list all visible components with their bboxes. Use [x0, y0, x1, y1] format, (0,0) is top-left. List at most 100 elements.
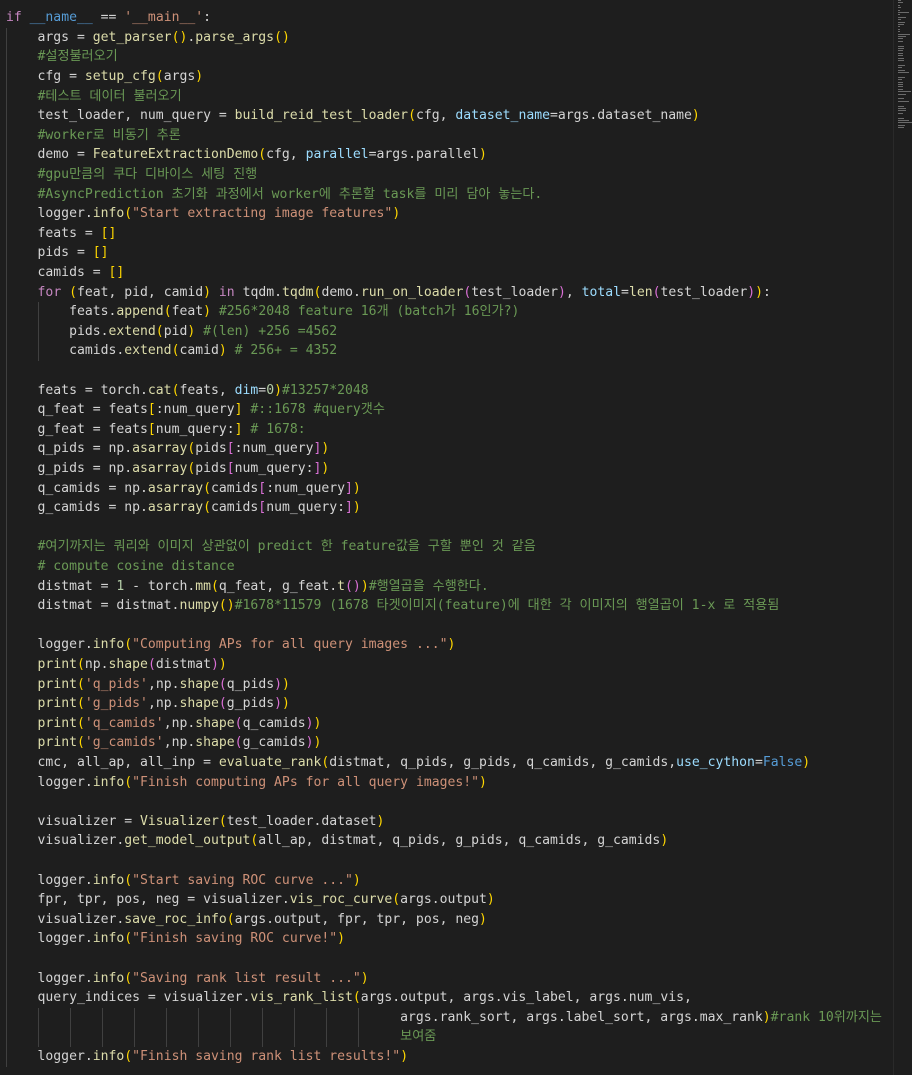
code-line[interactable]: q_camids = np.asarray(camids[:num_query]…	[6, 479, 361, 499]
code-line[interactable]: #테스트 데이터 불러오기	[6, 87, 182, 107]
code-token: - torch.	[124, 578, 196, 594]
code-token: #설정불러오기	[6, 49, 118, 65]
code-line[interactable]: logger.info("Computing APs for all query…	[6, 635, 456, 655]
minimap-line	[898, 60, 904, 61]
code-line[interactable]: camids = []	[6, 263, 125, 283]
indent-guide	[358, 1007, 359, 1047]
minimap-line	[898, 120, 909, 121]
code-editor[interactable]: if __name__ == '__main__': args = get_pa…	[0, 0, 893, 1075]
code-line[interactable]: #AsyncPrediction 초기화 과정에서 worker에 추론할 ta…	[6, 185, 543, 205]
code-token: )	[305, 735, 314, 751]
code-token: "Start extracting image features"	[132, 206, 393, 222]
code-line[interactable]: fpr, tpr, pos, neg = visualizer.vis_roc_…	[6, 890, 495, 910]
code-line[interactable]: feats = torch.cat(feats, dim=0)#13257*20…	[6, 381, 369, 401]
code-line[interactable]: print(np.shape(distmat))	[6, 655, 227, 675]
indent-guide	[38, 302, 39, 361]
code-line[interactable]: g_pids = np.asarray(pids[num_query:])	[6, 459, 330, 479]
code-token: test_loader	[660, 284, 748, 300]
code-line[interactable]: feats.append(feat) #256*2048 feature 16개…	[6, 302, 519, 322]
code-line[interactable]: distmat = 1 - torch.mm(q_feat, g_feat.t(…	[6, 577, 489, 597]
code-token: (	[124, 872, 133, 888]
code-line[interactable]: args = get_parser().parse_args()	[6, 28, 290, 48]
code-token: run_on_loader	[360, 284, 464, 300]
code-line[interactable]: print('q_pids',np.shape(q_pids))	[6, 675, 290, 695]
code-token: 'g_pids'	[84, 696, 148, 712]
code-token: np.	[84, 657, 109, 672]
code-line[interactable]: query_indices = visualizer.vis_rank_list…	[6, 988, 692, 1008]
code-line[interactable]: #gpu만큼의 쿠다 디바이스 세팅 진행	[6, 165, 258, 185]
code-line[interactable]: args.rank_sort, args.label_sort, args.ma…	[6, 1008, 882, 1028]
code-line[interactable]: # compute cosine distance	[6, 557, 235, 577]
code-token: extend	[124, 343, 172, 359]
code-token: )	[321, 461, 330, 476]
code-token: )	[282, 696, 290, 712]
code-line[interactable]: visualizer.get_model_output(all_ap, dist…	[6, 831, 669, 851]
minimap-line	[898, 28, 900, 30]
code-line[interactable]: q_feat = feats[:num_query] #::1678 #quer…	[6, 400, 385, 420]
code-line[interactable]: distmat = distmat.numpy()#1678*11579 (16…	[6, 596, 780, 616]
code-line[interactable]: visualizer.save_roc_info(args.output, fp…	[6, 910, 487, 930]
code-line[interactable]: print('g_pids',np.shape(g_pids))	[6, 694, 290, 714]
code-line[interactable]: camids.extend(camid) # 256+ = 4352	[6, 341, 337, 361]
code-token: dataset_name	[455, 108, 550, 124]
minimap-line	[898, 38, 904, 40]
code-token: '__main__'	[124, 10, 204, 26]
code-token: "Start saving ROC curve ..."	[132, 872, 353, 888]
code-token: feats,	[179, 382, 235, 398]
code-token: (	[76, 696, 85, 712]
code-token: save_roc_info	[124, 911, 227, 927]
code-token: shape	[108, 657, 148, 672]
code-line[interactable]: logger.info("Start saving ROC curve ..."…	[6, 871, 361, 891]
code-line[interactable]: feats = []	[6, 224, 117, 244]
code-line[interactable]: test_loader, num_query = build_reid_test…	[6, 106, 700, 126]
code-line[interactable]: logger.info("Start extracting image feat…	[6, 204, 401, 224]
code-token: ,np.	[147, 676, 180, 692]
code-token: (	[203, 500, 211, 516]
code-line[interactable]: visualizer = Visualizer(test_loader.data…	[6, 812, 385, 832]
code-token: shape	[195, 715, 235, 731]
code-token: (	[124, 637, 133, 653]
minimap-line	[898, 105, 904, 107]
code-line[interactable]: logger.info("Finish saving rank list res…	[6, 1047, 409, 1067]
minimap-line	[898, 14, 901, 16]
code-token: []	[100, 225, 117, 241]
code-token: fpr, tpr, pos, neg = visualizer.	[6, 892, 290, 908]
code-line[interactable]: q_pids = np.asarray(pids[:num_query])	[6, 439, 330, 459]
code-line[interactable]: demo = FeatureExtractionDemo(cfg, parall…	[6, 145, 487, 165]
code-line[interactable]: print('q_camids',np.shape(q_camids))	[6, 714, 322, 734]
code-token: demo =	[6, 147, 93, 163]
code-token: )	[195, 69, 204, 84]
code-token: shape	[179, 696, 219, 712]
code-line[interactable]: #설정불러오기	[6, 47, 118, 67]
code-line[interactable]: pids = []	[6, 243, 109, 263]
minimap-line	[898, 108, 906, 109]
code-line[interactable]: logger.info("Finish computing APs for al…	[6, 773, 487, 793]
code-token: test_loader.dataset	[226, 813, 377, 829]
code-token: )	[274, 696, 282, 712]
code-token: False	[762, 755, 803, 770]
code-token: info	[92, 206, 125, 222]
code-token: )	[762, 1009, 771, 1025]
code-line[interactable]: pids.extend(pid) #(len) +256 =4562	[6, 322, 337, 342]
code-token: )	[203, 304, 212, 320]
code-line[interactable]: logger.info("Finish saving ROC curve!")	[6, 929, 345, 949]
code-line[interactable]: logger.info("Saving rank list result ...…	[6, 969, 369, 989]
code-line[interactable]: g_feat = feats[num_query:] # 1678:	[6, 420, 306, 440]
code-line[interactable]: #여기까지는 쿼리와 이미지 상관없이 predict 한 feature값을 …	[6, 537, 536, 557]
code-line[interactable]: cmc, all_ap, all_inp = evaluate_rank(dis…	[6, 753, 811, 773]
code-line[interactable]: #worker로 비동기 추론	[6, 126, 181, 146]
code-token: if	[6, 10, 30, 26]
code-line[interactable]: print('g_camids',np.shape(g_camids))	[6, 733, 322, 753]
code-line[interactable]: if __name__ == '__main__':	[6, 8, 211, 28]
code-line[interactable]: g_camids = np.asarray(camids[num_query:]…	[6, 498, 361, 518]
vertical-scrollbar[interactable]	[893, 0, 912, 1075]
code-token: [	[258, 500, 267, 516]
minimap[interactable]	[898, 0, 912, 140]
code-token: pids.	[6, 323, 109, 339]
code-line[interactable]: for (feat, pid, camid) in tqdm.tqdm(demo…	[6, 283, 771, 303]
code-token: logger.	[6, 637, 93, 653]
code-line[interactable]: cfg = setup_cfg(args)	[6, 67, 204, 87]
minimap-line	[898, 98, 904, 100]
